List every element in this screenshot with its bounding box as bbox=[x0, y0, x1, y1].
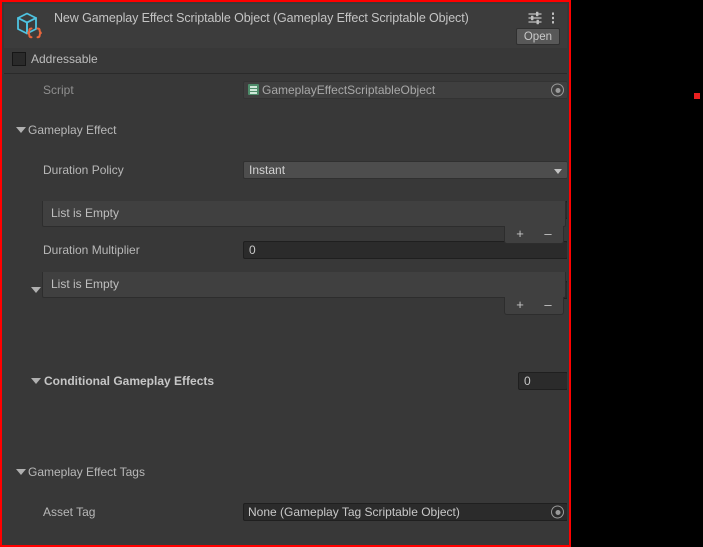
modifiers-empty-text: List is Empty bbox=[51, 206, 120, 220]
object-picker-icon[interactable] bbox=[551, 505, 564, 519]
chevron-down-icon bbox=[554, 169, 562, 174]
inspector-body: Script GameplayEffectScriptableObject Ga… bbox=[4, 74, 567, 543]
asset-tag-label: Asset Tag bbox=[43, 505, 96, 519]
settings-sliders-icon[interactable] bbox=[527, 10, 543, 26]
duration-policy-value: Instant bbox=[249, 163, 286, 177]
row-conditional-gameplay-effects-header[interactable]: Conditional Gameplay Effects 0 bbox=[4, 371, 567, 391]
cs-script-icon bbox=[248, 84, 259, 95]
script-object-field[interactable]: GameplayEffectScriptableObject bbox=[243, 81, 567, 99]
foldout-gameplay-effect-icon[interactable] bbox=[16, 127, 26, 133]
section-gameplay-effect-tags-header[interactable]: Gameplay Effect Tags bbox=[4, 462, 567, 482]
asset-tag-value: None (Gameplay Tag Scriptable Object) bbox=[248, 505, 460, 519]
duration-policy-dropdown[interactable]: Instant bbox=[243, 161, 567, 179]
background-right-pane bbox=[571, 0, 703, 547]
asset-tag-object-field[interactable]: None (Gameplay Tag Scriptable Object) bbox=[243, 503, 567, 521]
addressable-row: Addressable bbox=[4, 48, 567, 74]
inspector-panel: New Gameplay Effect Scriptable Object (G… bbox=[0, 0, 571, 547]
vertical-dots-menu-icon[interactable] bbox=[545, 10, 561, 26]
conditional-remove-button[interactable]: – bbox=[534, 297, 562, 313]
modifiers-list: List is Empty + – bbox=[42, 201, 566, 244]
modifiers-list-empty-row: List is Empty bbox=[42, 201, 566, 227]
scriptable-object-cube-icon bbox=[17, 12, 42, 39]
row-asset-tag: Asset Tag None (Gameplay Tag Scriptable … bbox=[4, 502, 567, 522]
conditional-list-footer: + – bbox=[504, 297, 564, 315]
red-marker-dot bbox=[694, 93, 700, 99]
section-gameplay-effect-header[interactable]: Gameplay Effect bbox=[4, 120, 567, 140]
conditional-add-button[interactable]: + bbox=[506, 297, 534, 313]
modifiers-remove-button[interactable]: – bbox=[534, 226, 562, 242]
object-picker-icon[interactable] bbox=[551, 83, 564, 97]
foldout-gameplay-effect-tags-icon[interactable] bbox=[16, 469, 26, 475]
duration-policy-label: Duration Policy bbox=[43, 163, 124, 177]
conditional-gameplay-effects-list: List is Empty + – bbox=[42, 272, 566, 315]
section-gameplay-effect-tags-label: Gameplay Effect Tags bbox=[28, 465, 145, 479]
addressable-checkbox[interactable] bbox=[12, 52, 26, 66]
screen-root: New Gameplay Effect Scriptable Object (G… bbox=[0, 0, 703, 547]
duration-multiplier-label: Duration Multiplier bbox=[43, 243, 140, 257]
row-duration-multiplier: Duration Multiplier 0 bbox=[4, 240, 567, 260]
conditional-empty-text: List is Empty bbox=[51, 277, 120, 291]
modifiers-list-footer: + – bbox=[504, 226, 564, 244]
row-duration-policy: Duration Policy Instant bbox=[4, 160, 567, 180]
script-value: GameplayEffectScriptableObject bbox=[262, 83, 436, 97]
row-script: Script GameplayEffectScriptableObject bbox=[4, 80, 567, 100]
conditional-gameplay-effects-size-input[interactable]: 0 bbox=[518, 372, 567, 390]
page-title: New Gameplay Effect Scriptable Object (G… bbox=[54, 11, 469, 25]
script-label: Script bbox=[43, 83, 74, 97]
foldout-modifiers-icon[interactable] bbox=[31, 287, 41, 293]
addressable-label: Addressable bbox=[31, 52, 98, 66]
conditional-gameplay-effects-label: Conditional Gameplay Effects bbox=[44, 374, 215, 388]
inspector-header: New Gameplay Effect Scriptable Object (G… bbox=[4, 4, 567, 48]
conditional-list-empty-row: List is Empty bbox=[42, 272, 566, 298]
row-granted-tags[interactable]: Granted Tags 0 bbox=[4, 542, 567, 543]
modifiers-add-button[interactable]: + bbox=[506, 226, 534, 242]
foldout-conditional-gameplay-effects-icon[interactable] bbox=[31, 378, 41, 384]
open-button[interactable]: Open bbox=[515, 28, 560, 45]
inspector-content: New Gameplay Effect Scriptable Object (G… bbox=[4, 4, 567, 543]
section-gameplay-effect-label: Gameplay Effect bbox=[28, 123, 117, 137]
